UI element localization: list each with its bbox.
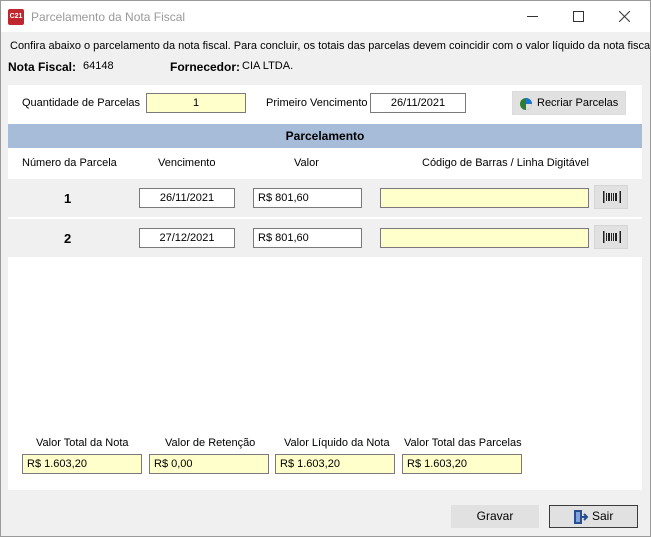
valor-total-nota-label: Valor Total da Nota (36, 437, 129, 449)
valor-liquido-label: Valor Líquido da Nota (284, 437, 390, 449)
pie-chart-icon (520, 98, 532, 110)
parcela-valor-input[interactable]: R$ 801,60 (253, 228, 362, 248)
close-icon (619, 11, 630, 22)
title-bar[interactable]: C21 Parcelamento da Nota Fiscal (1, 1, 650, 32)
exit-icon (574, 510, 589, 524)
parcela-codigo-barras-input[interactable] (380, 188, 589, 208)
sair-button[interactable]: Sair (549, 505, 638, 528)
barcode-icon (603, 191, 621, 203)
recriar-parcelas-button[interactable]: Recriar Parcelas (512, 91, 626, 115)
valor-total-parcelas-label: Valor Total das Parcelas (404, 437, 522, 449)
parcela-row: 2 27/12/2021 R$ 801,60 (8, 219, 642, 257)
parcela-codigo-barras-input[interactable] (380, 228, 589, 248)
close-button[interactable] (601, 1, 647, 32)
parcela-numero: 2 (64, 231, 72, 246)
barcode-scan-button[interactable] (594, 225, 628, 249)
parcela-vencimento-input[interactable]: 26/11/2021 (139, 188, 235, 208)
col-vencimento-header: Vencimento (158, 157, 216, 169)
section-header: Parcelamento (8, 124, 642, 148)
parcela-row: 1 26/11/2021 R$ 801,60 (8, 179, 642, 217)
window-title: Parcelamento da Nota Fiscal (31, 10, 186, 24)
minimize-icon (527, 16, 538, 17)
valor-retencao-field: R$ 0,00 (149, 454, 269, 474)
maximize-icon (573, 11, 584, 22)
app-icon: C21 (8, 9, 24, 25)
sair-label: Sair (592, 509, 614, 523)
barcode-scan-button[interactable] (594, 185, 628, 209)
dialog-window: C21 Parcelamento da Nota Fiscal Confira … (0, 0, 651, 537)
fornecedor-label: Fornecedor: (170, 60, 241, 74)
primeiro-vencimento-input[interactable]: 26/11/2021 (370, 93, 466, 113)
minimize-button[interactable] (509, 1, 555, 32)
valor-liquido-field: R$ 1.603,20 (275, 454, 395, 474)
parcela-vencimento-input[interactable]: 27/12/2021 (139, 228, 235, 248)
quantidade-parcelas-input[interactable]: 1 (146, 93, 246, 113)
maximize-button[interactable] (555, 1, 601, 32)
barcode-icon (603, 231, 621, 243)
col-numero-header: Número da Parcela (22, 157, 117, 169)
parcela-valor-input[interactable]: R$ 801,60 (253, 188, 362, 208)
instructions-text: Confira abaixo o parcelamento da nota fi… (10, 40, 651, 52)
gravar-button[interactable]: Gravar (451, 505, 539, 528)
col-codigo-header: Código de Barras / Linha Digitável (422, 157, 589, 169)
primeiro-vencimento-label: Primeiro Vencimento (266, 97, 368, 109)
col-valor-header: Valor (294, 157, 319, 169)
quantidade-parcelas-label: Quantidade de Parcelas (22, 97, 141, 109)
fornecedor-value: CIA LTDA. (242, 60, 294, 72)
valor-retencao-label: Valor de Retenção (165, 437, 256, 449)
nota-fiscal-label: Nota Fiscal: (8, 60, 77, 74)
recriar-parcelas-label: Recriar Parcelas (537, 97, 619, 109)
nota-fiscal-value: 64148 (83, 60, 114, 72)
parcelamento-panel: Quantidade de Parcelas 1 Primeiro Vencim… (8, 85, 642, 490)
valor-total-parcelas-field: R$ 1.603,20 (402, 454, 522, 474)
valor-total-nota-field: R$ 1.603,20 (22, 454, 142, 474)
parcela-numero: 1 (64, 191, 72, 206)
